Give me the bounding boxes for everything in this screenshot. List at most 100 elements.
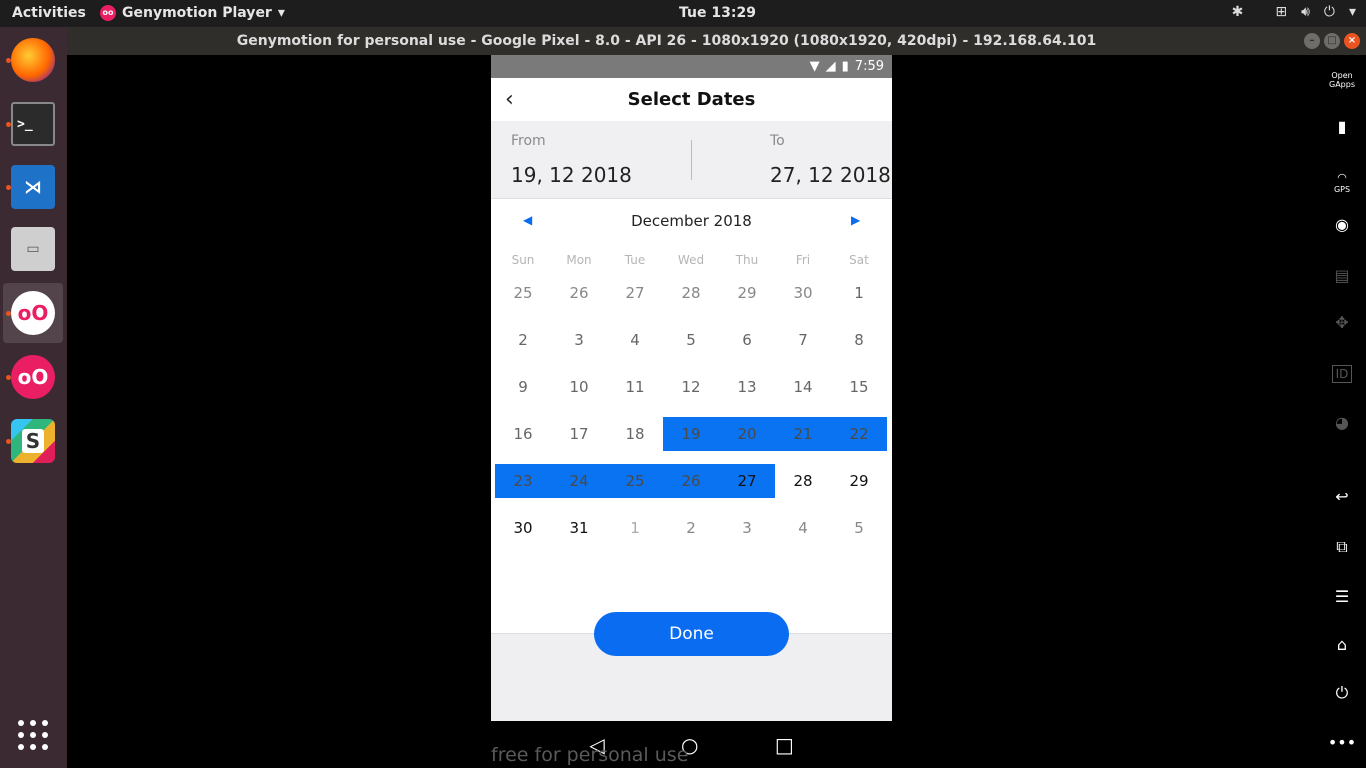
gps-button[interactable]: ◠ GPS: [1318, 166, 1366, 194]
calendar-day[interactable]: 27: [607, 276, 663, 310]
more-options-icon[interactable]: •••: [1318, 733, 1366, 752]
genymotion-toolbar: Open GApps ▮ ◠ GPS ◉ ▤ ✥ ID ◕ ↩ ⧉ ☰ ⌂ ⏻ …: [1318, 55, 1366, 768]
calendar-day[interactable]: 6: [719, 323, 775, 357]
calendar-day[interactable]: 8: [831, 323, 887, 357]
calendar-day-range-end[interactable]: 27: [719, 464, 775, 498]
calendar-day[interactable]: 3: [719, 511, 775, 545]
device-id-button[interactable]: ID: [1318, 363, 1366, 383]
webcam-icon[interactable]: ◉: [1318, 215, 1366, 234]
calendar-day-selected[interactable]: 19: [663, 417, 719, 451]
calendar-day[interactable]: 29: [831, 464, 887, 498]
calendar-day[interactable]: 3: [551, 323, 607, 357]
calendar-day[interactable]: 5: [831, 511, 887, 545]
accessibility-icon[interactable]: ✱: [1232, 4, 1244, 20]
vscode-icon: ⋊: [11, 165, 55, 209]
network-icon[interactable]: ⊞: [1275, 4, 1287, 20]
calendar-day[interactable]: 31: [551, 511, 607, 545]
calendar-day[interactable]: 29: [719, 276, 775, 310]
close-button[interactable]: ×: [1344, 33, 1360, 49]
calendar-day[interactable]: 17: [551, 417, 607, 451]
minimize-button[interactable]: –: [1304, 33, 1320, 49]
remote-control-icon[interactable]: ✥: [1318, 313, 1366, 332]
system-tray[interactable]: ✱ ⊞ 🔊︎ ⏻ ▾: [1232, 4, 1356, 20]
weekday-label: Fri: [795, 253, 811, 267]
calendar-day[interactable]: 14: [775, 370, 831, 404]
menu-tool-icon[interactable]: ☰: [1318, 587, 1366, 606]
calendar-week: 25 26 27 28 29 30 1: [495, 276, 887, 323]
done-button[interactable]: Done: [594, 612, 789, 656]
running-indicator: [6, 185, 11, 190]
calendar-day[interactable]: 4: [607, 323, 663, 357]
opengapps-label: Open: [1331, 71, 1353, 80]
calendar-day[interactable]: 5: [663, 323, 719, 357]
gps-icon: ◠: [1337, 171, 1347, 184]
calendar-day[interactable]: 30: [495, 511, 551, 545]
calendar-day[interactable]: 12: [663, 370, 719, 404]
back-tool-icon[interactable]: ↩: [1318, 487, 1366, 506]
dock-item-genymotion[interactable]: oO: [3, 283, 63, 343]
calendar-day[interactable]: 15: [831, 370, 887, 404]
opengapps-button[interactable]: Open GApps: [1318, 71, 1366, 89]
firefox-icon: [11, 38, 55, 82]
calendar-day[interactable]: 7: [775, 323, 831, 357]
maximize-button[interactable]: □: [1324, 33, 1340, 49]
calendar-day[interactable]: 2: [495, 323, 551, 357]
gps-label: GPS: [1333, 185, 1351, 194]
dock-item-slack[interactable]: S: [3, 411, 63, 471]
capture-icon[interactable]: ▤: [1318, 266, 1366, 285]
dock-item-files[interactable]: ▭: [3, 219, 63, 279]
home-tool-icon[interactable]: ⌂: [1318, 635, 1366, 654]
calendar-day-selected[interactable]: 26: [663, 464, 719, 498]
calendar-week: 16 17 18 19 20 21 22: [495, 417, 887, 464]
calendar-day-selected[interactable]: 25: [607, 464, 663, 498]
calendar-day[interactable]: 4: [775, 511, 831, 545]
calendar-day[interactable]: 1: [831, 276, 887, 310]
weekday-label: Sun: [511, 253, 535, 267]
calendar-day[interactable]: 28: [663, 276, 719, 310]
battery-tool-icon[interactable]: ▮: [1318, 117, 1366, 136]
calendar-day[interactable]: 18: [607, 417, 663, 451]
window-title-bar[interactable]: Genymotion for personal use - Google Pix…: [67, 27, 1366, 55]
calendar-day-selected[interactable]: 23: [495, 464, 551, 498]
calendar-day-selected[interactable]: 22: [831, 417, 887, 451]
calendar-day[interactable]: 16: [495, 417, 551, 451]
calendar-day-selected[interactable]: 20: [719, 417, 775, 451]
dock-item-terminal[interactable]: >_: [3, 94, 63, 154]
calendar-day[interactable]: 25: [495, 276, 551, 310]
power-tool-icon[interactable]: ⏻: [1318, 683, 1366, 703]
calendar-day[interactable]: 30: [775, 276, 831, 310]
calendar-day[interactable]: 2: [663, 511, 719, 545]
dock-item-genymotion-player[interactable]: oO: [3, 347, 63, 407]
volume-icon[interactable]: 🔊︎: [1301, 4, 1310, 20]
wifi-icon: ▼: [809, 59, 820, 74]
files-icon: ▭: [11, 227, 55, 271]
calendar-day[interactable]: 9: [495, 370, 551, 404]
to-value[interactable]: 27, 12 2018: [770, 163, 891, 187]
running-indicator: [6, 439, 11, 444]
calendar-day[interactable]: 13: [719, 370, 775, 404]
calendar-day-selected[interactable]: 24: [551, 464, 607, 498]
chevron-down-icon[interactable]: ▾: [1349, 4, 1356, 20]
dock-item-vscode[interactable]: ⋊: [3, 157, 63, 217]
show-applications-button[interactable]: [3, 705, 63, 765]
dock-item-firefox[interactable]: [3, 30, 63, 90]
running-indicator: [6, 122, 11, 127]
month-label: December 2018: [631, 212, 752, 230]
calendar-day[interactable]: 10: [551, 370, 607, 404]
calendar-day-selected[interactable]: 21: [775, 417, 831, 451]
disk-io-icon[interactable]: ◕: [1318, 413, 1366, 432]
app-grid-icon: [18, 720, 48, 750]
nav-recents-icon[interactable]: □: [775, 733, 794, 757]
from-value[interactable]: 19, 12 2018: [511, 163, 632, 187]
power-icon[interactable]: ⏻: [1324, 4, 1335, 20]
recent-apps-tool-icon[interactable]: ⧉: [1318, 537, 1366, 557]
calendar-week: 23 24 25 26 27 28 29: [495, 464, 887, 511]
calendar-day[interactable]: 28: [775, 464, 831, 498]
page-title: Select Dates: [627, 89, 756, 110]
calendar-day[interactable]: 11: [607, 370, 663, 404]
clock[interactable]: Tue 13:29: [0, 5, 1366, 21]
weekday-label: Tue: [624, 253, 646, 267]
calendar-day[interactable]: 1: [607, 511, 663, 545]
next-month-icon[interactable]: ▶: [851, 213, 860, 227]
calendar-day[interactable]: 26: [551, 276, 607, 310]
